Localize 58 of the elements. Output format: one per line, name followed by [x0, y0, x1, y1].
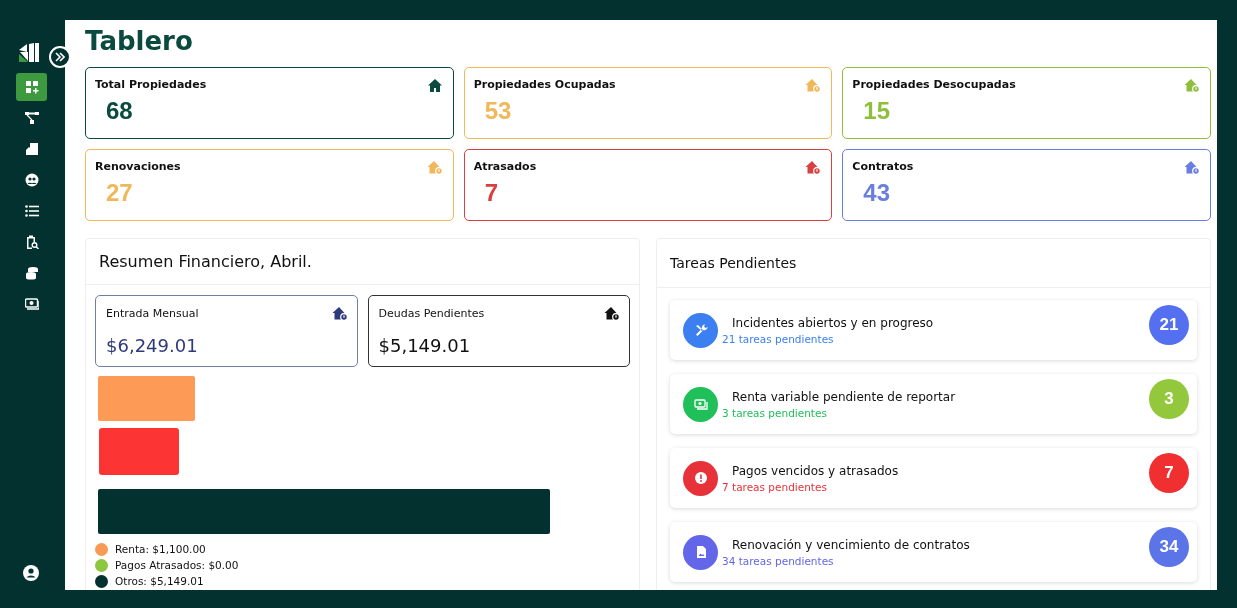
legend-label: Renta: $1,100.00 — [115, 543, 206, 555]
count-badge: 7 — [1149, 453, 1189, 493]
summary-value: $6,249.01 — [106, 335, 199, 356]
stat-value: 68 — [106, 97, 134, 125]
task-count-text: 34 tareas pendientes — [722, 554, 835, 567]
stat-label: Propiedades Desocupadas — [852, 78, 1016, 91]
money-icon — [24, 297, 39, 311]
double-chevron-icon — [55, 52, 65, 62]
house-alert-icon — [1184, 160, 1200, 175]
user-icon[interactable] — [23, 565, 39, 581]
task-title: Incidentes abiertos y en progreso — [732, 315, 935, 330]
legend-label: Pagos Atrasados: $0.00 — [115, 559, 239, 571]
house-icon — [426, 78, 443, 93]
page-title: Tablero — [85, 26, 194, 58]
task-card[interactable]: Incidentes abiertos y en progreso 21 tareas pendientes 21 — [670, 300, 1197, 360]
house-alert-icon — [1184, 78, 1200, 93]
house-alert-icon — [604, 306, 620, 321]
house-alert-icon — [805, 160, 822, 175]
stat-label: Renovaciones — [95, 160, 181, 173]
list-icon — [24, 204, 39, 218]
panel-title: Tareas Pendientes — [670, 255, 797, 271]
task-card[interactable]: Renta variable pendiente de reportar 3 tareas pendientes 3 — [670, 374, 1197, 434]
summary-label: Deudas Pendientes — [378, 307, 485, 320]
clipboard-search-icon — [24, 235, 39, 249]
tools-icon — [693, 323, 708, 337]
house-alert-icon — [805, 78, 822, 93]
stat-value: 7 — [484, 179, 499, 207]
task-count-text: 7 tareas pendientes — [722, 480, 828, 493]
stat-value: 43 — [863, 179, 892, 207]
legend-label: Otros: $5,149.01 — [115, 575, 204, 587]
stat-label: Propiedades Ocupadas — [473, 78, 616, 91]
count-badge: 3 — [1149, 379, 1189, 419]
alert-icon — [693, 471, 708, 485]
stat-label: Atrasados — [473, 160, 537, 173]
money-icon — [693, 397, 708, 411]
stat-value: 53 — [484, 97, 513, 125]
expand-button[interactable] — [49, 46, 71, 68]
stat-value: 27 — [106, 179, 134, 207]
summary-value: $5,149.01 — [378, 335, 472, 356]
count-badge: 21 — [1149, 305, 1189, 345]
count-badge: 34 — [1149, 527, 1189, 567]
stat-label: Contratos — [852, 160, 914, 173]
stat-label: Total Propiedades — [95, 78, 207, 91]
house-alert-icon — [331, 306, 348, 321]
task-title: Renovación y vencimiento de contratos — [732, 537, 971, 552]
logo-icon — [17, 42, 40, 63]
hierarchy-icon — [24, 111, 39, 125]
task-count-text: 3 tareas pendientes — [722, 406, 828, 419]
panel-title: Resumen Financiero, Abril. — [99, 252, 312, 271]
task-card[interactable]: Pagos vencidos y atrasados 7 tareas pendientes 7 — [670, 448, 1197, 508]
summary-label: Entrada Mensual — [106, 307, 199, 320]
house-alert-icon — [426, 160, 443, 175]
stat-value: 15 — [863, 97, 892, 125]
task-title: Renta variable pendiente de reportar — [732, 389, 957, 404]
task-card[interactable]: Renovación y vencimiento de contratos 34 tareas pendientes 34 — [670, 522, 1197, 582]
task-count-text: 21 tareas pendientes — [722, 332, 835, 345]
grid-icon — [24, 80, 39, 94]
task-title: Pagos vencidos y atrasados — [732, 463, 900, 478]
